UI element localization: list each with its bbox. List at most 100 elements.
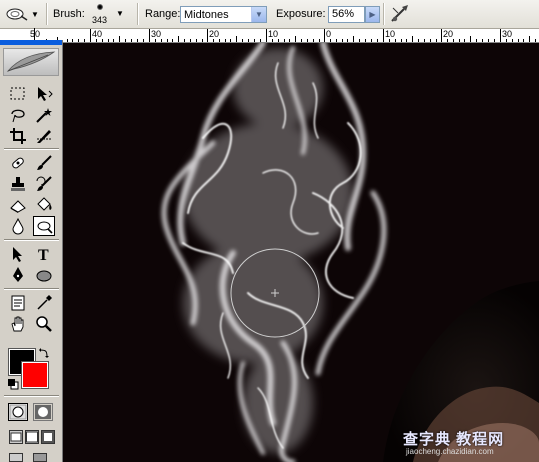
ruler-tick bbox=[190, 39, 191, 42]
ruler-tick bbox=[96, 39, 97, 42]
ruler-tick bbox=[236, 36, 237, 42]
type-tool[interactable]: T bbox=[33, 244, 55, 264]
hand-tool[interactable] bbox=[7, 314, 29, 334]
quick-mask-mode-icon[interactable] bbox=[33, 403, 53, 421]
chevron-down-icon: ▼ bbox=[31, 10, 39, 19]
magnifier-icon bbox=[36, 316, 52, 332]
ruler-tick bbox=[72, 39, 73, 42]
exposure-slider-button[interactable]: ▶ bbox=[365, 6, 380, 23]
ellipse-tool[interactable] bbox=[33, 265, 55, 285]
ruler-label: 10 bbox=[385, 29, 396, 39]
horizontal-ruler[interactable]: 40 30 20 10 0 10 20 30 bbox=[63, 29, 539, 43]
ruler-tick bbox=[347, 39, 348, 42]
photoshop-feather-logo[interactable] bbox=[3, 48, 59, 76]
ruler-tick bbox=[470, 36, 471, 42]
ruler-tick bbox=[313, 39, 314, 42]
standard-screen-mode-icon[interactable] bbox=[9, 430, 23, 444]
zoom-tool[interactable] bbox=[33, 314, 55, 334]
range-label: Range: bbox=[145, 8, 181, 20]
eyedropper-tool[interactable] bbox=[33, 293, 55, 313]
ruler-tick bbox=[389, 39, 390, 42]
ruler-tick bbox=[84, 39, 85, 42]
toolbox-titlebar[interactable] bbox=[0, 40, 62, 45]
ruler-tick bbox=[219, 39, 220, 42]
crop-tool[interactable] bbox=[7, 126, 29, 146]
ruler-tick bbox=[149, 29, 150, 42]
ruler-label: 20 bbox=[443, 29, 454, 39]
brush-size: 343 bbox=[92, 15, 108, 25]
history-brush-tool[interactable] bbox=[33, 174, 55, 194]
ruler-tick bbox=[371, 39, 372, 42]
ruler-tick bbox=[202, 39, 203, 42]
divider bbox=[383, 3, 385, 25]
lasso-tool[interactable] bbox=[7, 105, 29, 125]
smoke-artwork bbox=[63, 43, 539, 462]
ruler-tick bbox=[167, 39, 168, 42]
notes-tool[interactable] bbox=[7, 293, 29, 313]
ruler-tick bbox=[278, 39, 279, 42]
watermark-logo: 查字典 教程网 bbox=[403, 431, 505, 448]
tool-preset-picker[interactable]: ▼ bbox=[3, 4, 43, 24]
document-canvas[interactable]: 查字典 教程网 jiaocheng.chazidian.com bbox=[63, 43, 539, 462]
options-bar: ▼ Brush: 343 ▼ Range: Midtones ▼ Exposur… bbox=[0, 0, 539, 29]
pen-tool[interactable] bbox=[7, 265, 29, 285]
ruler-tick bbox=[155, 39, 156, 42]
ruler-tick bbox=[242, 39, 243, 42]
standard-mode-icon[interactable] bbox=[8, 403, 28, 421]
full-screen-mode-icon[interactable] bbox=[41, 430, 55, 444]
ruler-tick bbox=[377, 39, 378, 42]
ruler-label: 30 bbox=[502, 29, 513, 39]
ruler-tick bbox=[230, 39, 231, 42]
move-tool[interactable] bbox=[33, 84, 55, 104]
full-screen-menu-mode-icon[interactable] bbox=[25, 430, 39, 444]
ruler-tick bbox=[523, 39, 524, 42]
marquee-tool[interactable] bbox=[7, 84, 29, 104]
ruler-tick bbox=[225, 39, 226, 42]
paint-bucket-tool[interactable] bbox=[33, 195, 55, 215]
ruler-tick bbox=[67, 39, 68, 42]
ruler-tick bbox=[418, 39, 419, 42]
ruler-tick bbox=[506, 39, 507, 42]
ruler-tick bbox=[353, 36, 354, 42]
slice-tool[interactable] bbox=[33, 126, 55, 146]
eraser-icon bbox=[10, 200, 26, 213]
magic-wand-tool[interactable] bbox=[33, 105, 55, 125]
exposure-input[interactable]: 56% bbox=[328, 6, 365, 23]
imageready-icon[interactable] bbox=[33, 453, 47, 462]
chevron-down-icon[interactable]: ▼ bbox=[251, 7, 266, 22]
range-select[interactable]: Midtones ▼ bbox=[180, 6, 267, 23]
brush-picker[interactable]: 343 ▼ bbox=[88, 2, 124, 26]
ruler-tick bbox=[125, 39, 126, 42]
ruler-tick bbox=[518, 39, 519, 42]
brush-label: Brush: bbox=[53, 8, 85, 20]
ruler-label: 30 bbox=[151, 29, 162, 39]
ruler-tick bbox=[330, 39, 331, 42]
swap-colors-icon[interactable] bbox=[38, 347, 50, 359]
ruler-tick bbox=[289, 39, 290, 42]
clone-stamp-tool[interactable] bbox=[7, 174, 29, 194]
ruler-tick bbox=[248, 39, 249, 42]
ruler-tick bbox=[342, 39, 343, 42]
ruler-tick bbox=[266, 29, 267, 42]
ruler-tick bbox=[119, 36, 120, 42]
path-selection-tool[interactable] bbox=[7, 244, 29, 264]
history-brush-icon bbox=[36, 176, 52, 191]
dodge-tool[interactable] bbox=[33, 216, 55, 236]
background-color-swatch[interactable] bbox=[21, 361, 49, 389]
ruler-tick bbox=[412, 36, 413, 42]
airbrush-icon bbox=[391, 5, 408, 22]
healing-brush-tool[interactable] bbox=[7, 153, 29, 173]
blur-tool[interactable] bbox=[7, 216, 29, 236]
ruler-tick bbox=[324, 29, 325, 42]
eraser-tool[interactable] bbox=[7, 195, 29, 215]
default-colors-icon[interactable] bbox=[7, 378, 19, 390]
ruler-tick bbox=[494, 39, 495, 42]
airbrush-button[interactable] bbox=[388, 3, 412, 25]
brush-tool[interactable] bbox=[33, 153, 55, 173]
ruler-tick bbox=[161, 39, 162, 42]
watermark: 查字典 教程网 jiaocheng.chazidian.com bbox=[403, 428, 531, 458]
ruler-tick bbox=[424, 39, 425, 42]
divider bbox=[46, 3, 48, 25]
ruler-tick bbox=[512, 39, 513, 42]
jump-to-imageready-icon[interactable] bbox=[9, 453, 23, 462]
